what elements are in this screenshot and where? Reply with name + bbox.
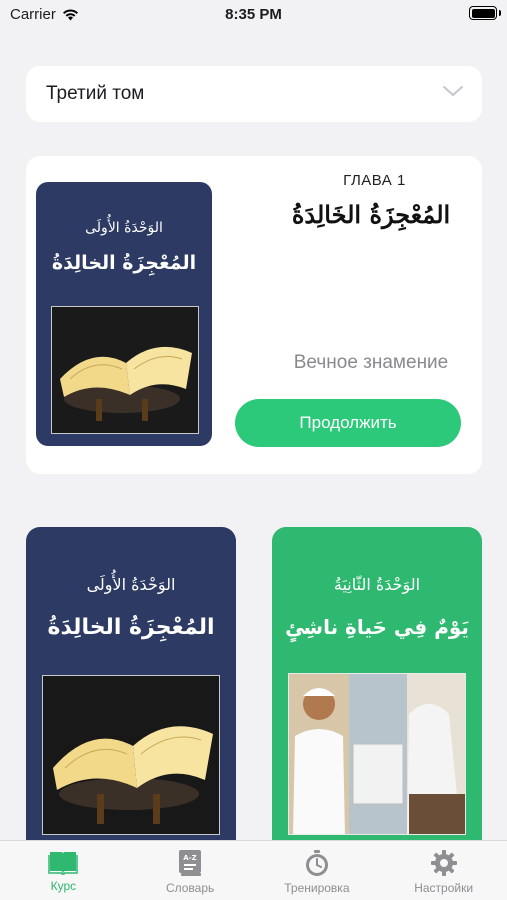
book-icon xyxy=(48,852,79,875)
unit-1-title: المُعْجِزَةُ الخالِدَةُ xyxy=(47,615,215,640)
featured-chapter-card[interactable]: الوَحْدَةُ الأُولَى المُعْجِزَةُ الخالِد… xyxy=(26,156,482,474)
boys-reading-image xyxy=(288,673,466,835)
chapter-label: ГЛАВА 1 xyxy=(343,172,406,189)
gear-icon xyxy=(430,850,457,876)
tab-dictionary[interactable]: A-Z Словарь xyxy=(127,841,254,900)
clock: 8:35 PM xyxy=(225,6,282,23)
volume-selector[interactable]: Третий том xyxy=(26,66,482,122)
svg-text:A-Z: A-Z xyxy=(183,854,196,862)
chapter-subtitle: Вечное знамение xyxy=(293,352,449,373)
cover-unit-label: الوَحْدَةُ الأُولَى xyxy=(85,220,163,236)
chevron-down-icon xyxy=(443,86,463,97)
tab-dictionary-label: Словарь xyxy=(165,881,215,895)
tab-training[interactable]: Тренировка xyxy=(254,841,381,900)
tab-training-label: Тренировка xyxy=(284,881,350,895)
dictionary-icon: A-Z xyxy=(179,850,202,876)
tab-settings-label: Настройки xyxy=(414,881,474,895)
volume-selector-value: Третий том xyxy=(46,83,145,104)
chapter-title-arabic: المُعْجِزَةُ الخَالِدَةُ xyxy=(291,200,451,229)
quran-book-image xyxy=(42,675,220,835)
quran-book-image xyxy=(51,306,199,434)
cover-title: المُعْجِزَةُ الخالِدَةُ xyxy=(51,252,197,274)
status-bar: Carrier 8:35 PM xyxy=(0,0,507,30)
unit-card-1[interactable]: الوَحْدَةُ الأُولَى المُعْجِزَةُ الخالِد… xyxy=(26,527,236,840)
unit-card-2[interactable]: الوَحْدَةُ الثّانِيَةُ يَوْمٌ فِي حَياةِ… xyxy=(272,527,482,840)
featured-cover[interactable]: الوَحْدَةُ الأُولَى المُعْجِزَةُ الخالِد… xyxy=(36,182,212,446)
tab-settings[interactable]: Настройки xyxy=(380,841,507,900)
continue-button[interactable]: Продолжить xyxy=(235,399,461,447)
tab-course-label: Курс xyxy=(50,879,77,893)
unit-2-title: يَوْمٌ فِي حَياةِ ناشِئٍ xyxy=(285,615,469,639)
stopwatch-icon xyxy=(305,850,328,876)
battery-icon xyxy=(469,6,501,20)
tab-course[interactable]: Курс xyxy=(0,841,127,900)
unit-2-label: الوَحْدَةُ الثّانِيَةُ xyxy=(333,575,421,594)
tab-bar: Курс A-Z Словарь Тренировка Настройки xyxy=(0,840,507,900)
unit-1-label: الوَحْدَةُ الأُولَى xyxy=(86,575,176,594)
